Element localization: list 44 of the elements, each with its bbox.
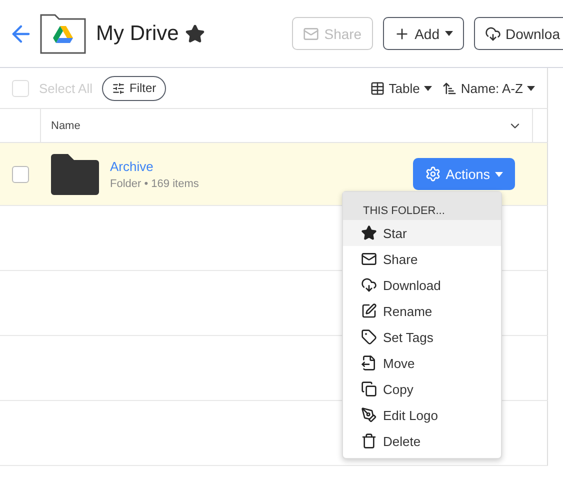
copy-icon <box>361 381 377 397</box>
menu-item[interactable]: Rename <box>343 298 501 324</box>
table-icon <box>370 80 385 96</box>
drive-folder-icon <box>40 14 86 54</box>
menu-heading: THIS FOLDER... <box>343 192 501 220</box>
caret-icon <box>444 31 453 36</box>
caret-icon <box>495 172 503 176</box>
menu-item[interactable]: Star <box>343 220 501 246</box>
envelope-icon <box>303 26 320 42</box>
menu-item[interactable]: Copy <box>343 376 501 402</box>
caret-icon <box>424 86 432 90</box>
cloud-download-icon <box>484 26 501 42</box>
row-checkbox[interactable] <box>12 166 29 182</box>
envelope-icon <box>361 251 377 267</box>
menu-item[interactable]: Download <box>343 272 501 298</box>
folder-name-link[interactable]: Archive <box>110 158 199 174</box>
sliders-icon <box>112 82 126 94</box>
trash-icon <box>361 433 377 449</box>
download-button[interactable]: Downloa <box>474 17 563 50</box>
gear-icon <box>424 166 441 182</box>
tag-icon <box>361 329 377 345</box>
pencil-square-icon <box>361 303 377 319</box>
view-dropdown[interactable]: Table <box>370 80 432 96</box>
menu-item[interactable]: Delete <box>343 428 501 454</box>
actions-button[interactable]: Actions <box>412 158 515 190</box>
menu-item[interactable]: Set Tags <box>343 324 501 350</box>
sort-icon <box>442 80 457 96</box>
caret-icon <box>527 86 535 90</box>
menu-item[interactable]: Share <box>343 246 501 272</box>
filter-button[interactable]: Filter <box>102 76 166 100</box>
folder-meta: Folder • 169 items <box>110 178 199 190</box>
add-button[interactable]: Add <box>382 17 464 50</box>
page-title: My Drive <box>96 22 179 46</box>
folder-icon <box>51 154 99 194</box>
star-icon[interactable] <box>184 24 205 44</box>
star-icon <box>361 225 377 241</box>
cloud-download-icon <box>361 277 377 293</box>
file-arrow-icon <box>361 355 377 371</box>
pen-tool-icon <box>361 407 377 423</box>
menu-item[interactable]: Edit Logo <box>343 402 501 428</box>
menu-item[interactable]: Move <box>343 350 501 376</box>
plus-icon <box>394 26 410 42</box>
table-row[interactable]: Archive Folder • 169 items Actions <box>0 143 548 206</box>
sort-dropdown[interactable]: Name: A-Z <box>442 80 535 96</box>
